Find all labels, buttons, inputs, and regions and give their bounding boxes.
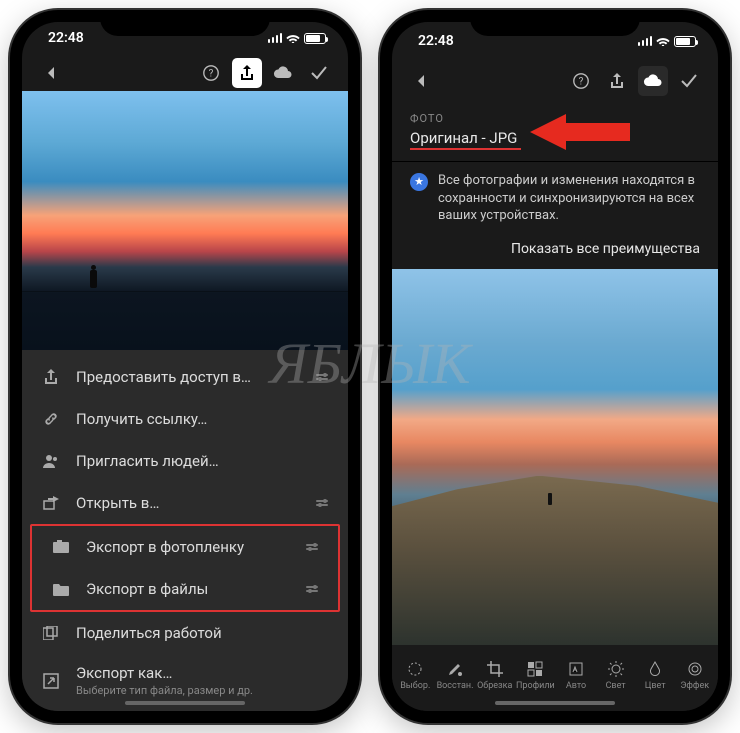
tool-color-label: Цвет bbox=[645, 681, 666, 691]
annotation-arrow bbox=[530, 114, 630, 150]
get-link-row[interactable]: Получить ссылку… bbox=[22, 398, 348, 440]
export-highlight: Экспорт в фотопленку Экспорт в файлы bbox=[30, 524, 340, 612]
home-indicator[interactable] bbox=[125, 701, 245, 705]
done-button[interactable] bbox=[304, 58, 334, 88]
share-work-label: Поделиться работой bbox=[76, 624, 222, 642]
tool-color[interactable]: Цвет bbox=[636, 656, 675, 695]
options-icon bbox=[316, 500, 328, 506]
wifi-icon bbox=[286, 33, 300, 43]
export-camera-roll-label: Экспорт в фотопленку bbox=[86, 538, 244, 556]
tool-select[interactable]: Выбор. bbox=[396, 656, 435, 695]
top-toolbar: ? bbox=[392, 60, 718, 102]
sync-info-row: ★ Все фотографии и изменения находятся в… bbox=[392, 162, 718, 235]
tool-light[interactable]: Свет bbox=[596, 656, 635, 695]
cellular-icon bbox=[638, 36, 653, 46]
cellular-icon bbox=[268, 33, 283, 43]
open-in-icon bbox=[42, 496, 60, 510]
share-access-row[interactable]: Предоставить доступ в… bbox=[22, 356, 348, 398]
tool-effects[interactable]: Эффек bbox=[675, 656, 714, 695]
tool-profiles-label: Профили bbox=[516, 681, 555, 691]
cliff bbox=[392, 476, 718, 645]
export-files-row[interactable]: Экспорт в файлы bbox=[32, 568, 338, 610]
battery-icon bbox=[304, 33, 326, 44]
top-toolbar: ? bbox=[22, 55, 348, 91]
svg-text:?: ? bbox=[579, 77, 584, 88]
camera-roll-icon bbox=[52, 540, 70, 554]
export-as-label: Экспорт как… bbox=[76, 664, 253, 682]
open-in-label: Открыть в… bbox=[76, 494, 159, 512]
sync-text: Все фотографии и изменения находятся в с… bbox=[438, 172, 700, 225]
cloud-sync-button[interactable] bbox=[268, 58, 298, 88]
home-indicator[interactable] bbox=[495, 701, 615, 705]
export-as-sublabel: Выберите тип файла, размер и др. bbox=[76, 684, 253, 697]
gallery-icon bbox=[42, 626, 60, 640]
phone-left: 22:48 ? bbox=[10, 10, 360, 723]
help-button[interactable]: ? bbox=[196, 58, 226, 88]
invite-people-label: Пригласить людей… bbox=[76, 452, 219, 470]
folder-icon bbox=[52, 583, 70, 596]
back-button[interactable] bbox=[406, 66, 436, 96]
done-button[interactable] bbox=[674, 66, 704, 96]
people-icon bbox=[42, 453, 60, 469]
cloud-sync-button[interactable] bbox=[638, 66, 668, 96]
tool-light-label: Свет bbox=[606, 681, 626, 691]
wifi-icon bbox=[656, 36, 670, 46]
get-link-label: Получить ссылку… bbox=[76, 410, 207, 428]
tool-select-label: Выбор. bbox=[400, 681, 430, 691]
clock: 22:48 bbox=[418, 33, 454, 49]
star-badge-icon: ★ bbox=[410, 173, 428, 191]
invite-people-row[interactable]: Пригласить людей… bbox=[22, 440, 348, 482]
share-button[interactable] bbox=[232, 58, 262, 88]
tool-heal[interactable]: Восстан. bbox=[436, 656, 475, 695]
share-icon bbox=[42, 369, 60, 385]
notch bbox=[470, 10, 640, 36]
tool-crop[interactable]: Обрезка bbox=[475, 656, 514, 695]
screen-left: 22:48 ? bbox=[22, 22, 348, 711]
export-as-row[interactable]: Экспорт как… Выберите тип файла, размер … bbox=[22, 654, 348, 701]
share-sheet: Предоставить доступ в… Получить ссылку… … bbox=[22, 350, 348, 711]
format-value[interactable]: Оригинал - JPG bbox=[410, 129, 517, 147]
clock: 22:48 bbox=[48, 30, 84, 46]
svg-text:?: ? bbox=[209, 69, 214, 80]
export-files-label: Экспорт в файлы bbox=[86, 580, 208, 598]
back-button[interactable] bbox=[36, 58, 66, 88]
tool-heal-label: Восстан. bbox=[437, 681, 474, 691]
options-icon bbox=[306, 544, 318, 550]
tool-auto-label: Авто bbox=[566, 681, 586, 691]
tool-profiles[interactable]: Профили bbox=[515, 656, 556, 695]
share-access-label: Предоставить доступ в… bbox=[76, 368, 251, 386]
export-camera-roll-row[interactable]: Экспорт в фотопленку bbox=[32, 526, 338, 568]
benefits-link[interactable]: Показать все преимущества bbox=[392, 235, 718, 269]
image-preview bbox=[22, 91, 348, 350]
silhouette bbox=[90, 270, 97, 288]
export-icon bbox=[42, 673, 60, 689]
notch bbox=[100, 10, 270, 36]
link-icon bbox=[42, 411, 60, 427]
share-work-row[interactable]: Поделиться работой bbox=[22, 612, 348, 654]
battery-icon bbox=[674, 36, 696, 47]
open-in-row[interactable]: Открыть в… bbox=[22, 482, 348, 524]
help-button[interactable]: ? bbox=[566, 66, 596, 96]
options-icon bbox=[306, 586, 318, 592]
tool-auto[interactable]: Авто bbox=[557, 656, 596, 695]
share-button[interactable] bbox=[602, 66, 632, 96]
tool-crop-label: Обрезка bbox=[477, 681, 512, 691]
image-preview bbox=[392, 269, 718, 645]
options-icon bbox=[316, 374, 328, 380]
tool-effects-label: Эффек bbox=[680, 681, 709, 691]
